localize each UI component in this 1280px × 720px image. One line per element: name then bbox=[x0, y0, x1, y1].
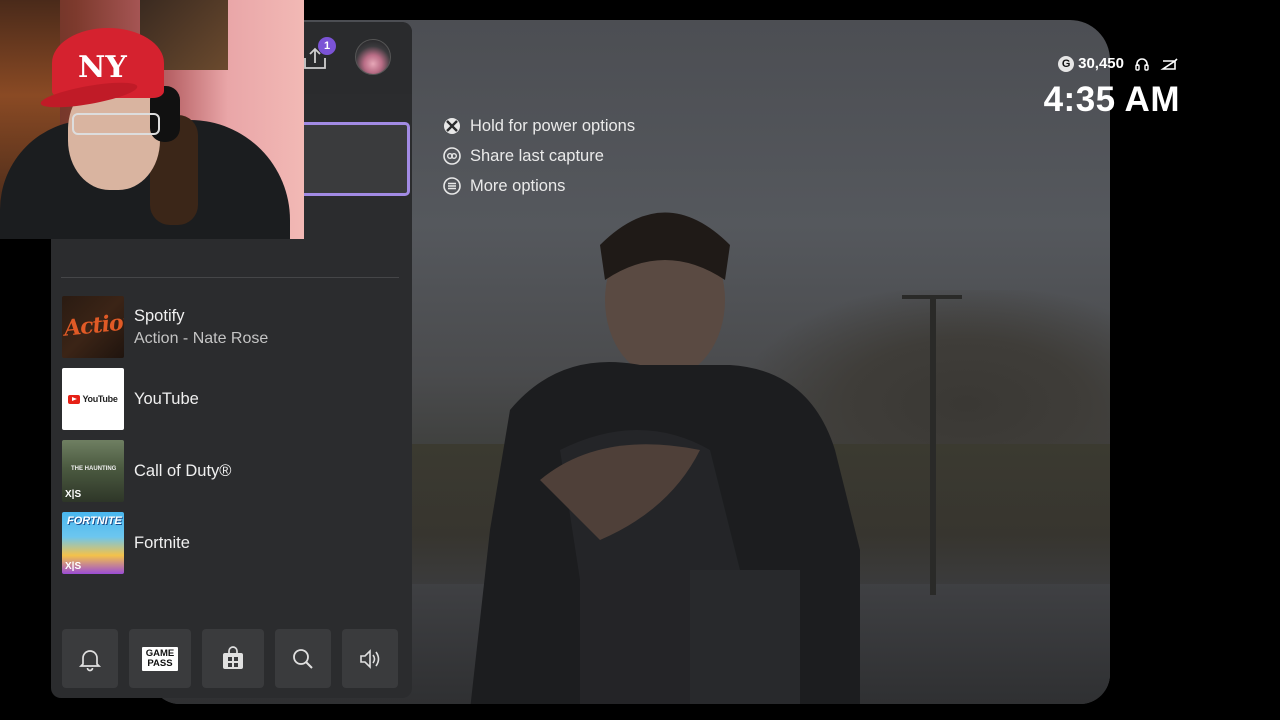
game-pass-label-top: GAME bbox=[145, 647, 175, 659]
app-item-youtube[interactable]: YouTube YouTube bbox=[62, 368, 402, 430]
store-button[interactable] bbox=[202, 629, 264, 688]
spotify-thumbnail: Action bbox=[62, 296, 124, 358]
more-options[interactable]: More options bbox=[443, 175, 635, 197]
app-item-fortnite[interactable]: FORTNITE X|S Fortnite bbox=[62, 512, 402, 574]
cap-logo: NY bbox=[78, 50, 127, 85]
speaker-icon bbox=[360, 648, 380, 669]
app-item-spotify[interactable]: Action Spotify Action - Nate Rose bbox=[62, 296, 402, 358]
app-name: Call of Duty® bbox=[134, 461, 232, 480]
call-of-duty-thumbnail: THE HAUNTING X|S bbox=[62, 440, 124, 502]
share-last-capture-label: Share last capture bbox=[470, 146, 604, 165]
more-options-label: More options bbox=[470, 176, 566, 195]
youtube-wordmark: YouTube bbox=[82, 394, 118, 404]
hold-power-options[interactable]: Hold for power options bbox=[443, 115, 635, 137]
profile-avatar[interactable] bbox=[355, 39, 391, 75]
audio-button[interactable] bbox=[342, 629, 398, 688]
seated-person-figure bbox=[470, 212, 860, 704]
gamerscore-value: 30,450 bbox=[1078, 55, 1124, 72]
game-pass-icon: GAME PASS bbox=[141, 646, 179, 671]
store-icon bbox=[223, 645, 243, 669]
notifications-button[interactable] bbox=[62, 629, 118, 688]
system-status: G 30,450 4:35 AM bbox=[1044, 55, 1180, 120]
guide-bottom-bar: GAME PASS bbox=[62, 629, 402, 688]
spotify-album-art-text: Action bbox=[62, 308, 124, 342]
xs-badge: X|S bbox=[65, 489, 82, 500]
divider bbox=[61, 277, 399, 278]
search-button[interactable] bbox=[275, 629, 331, 688]
game-pass-button[interactable]: GAME PASS bbox=[129, 629, 191, 688]
quick-actions-menu: Hold for power options Share last captur… bbox=[443, 115, 635, 197]
app-item-call-of-duty[interactable]: THE HAUNTING X|S Call of Duty® bbox=[62, 440, 402, 502]
xbox-button-icon bbox=[444, 118, 460, 134]
app-subtitle: Action - Nate Rose bbox=[134, 329, 269, 347]
bell-icon bbox=[78, 649, 102, 671]
youtube-logo: YouTube bbox=[68, 394, 118, 404]
app-name: Spotify bbox=[134, 306, 185, 325]
game-pass-label-bottom: PASS bbox=[147, 657, 173, 669]
notification-badge: 1 bbox=[318, 37, 336, 55]
gamerscore: G 30,450 bbox=[1058, 55, 1124, 72]
webcam-overlay: NY bbox=[0, 0, 304, 239]
share-last-capture[interactable]: Share last capture bbox=[443, 145, 635, 167]
fortnite-thumbnail: FORTNITE X|S bbox=[62, 512, 124, 574]
streamer-glasses bbox=[72, 113, 160, 135]
status-icons-row: G 30,450 bbox=[1044, 55, 1180, 72]
fortnite-art-text: FORTNITE bbox=[67, 515, 122, 527]
search-icon bbox=[293, 648, 313, 669]
utility-pole bbox=[930, 295, 936, 595]
youtube-play-icon bbox=[68, 394, 81, 404]
app-name: Fortnite bbox=[134, 533, 190, 552]
xs-badge: X|S bbox=[65, 561, 82, 572]
battery-icon bbox=[1160, 57, 1178, 70]
cod-art-text: THE HAUNTING bbox=[71, 466, 117, 472]
xbox-guide-screen: Hold for power options Share last captur… bbox=[0, 0, 1280, 720]
headset-icon bbox=[1135, 57, 1149, 71]
app-name: YouTube bbox=[134, 389, 199, 408]
hold-power-options-label: Hold for power options bbox=[470, 116, 636, 135]
share-icon bbox=[443, 147, 461, 165]
clock: 4:35 AM bbox=[1043, 80, 1180, 119]
gamerscore-icon: G bbox=[1058, 55, 1075, 72]
utility-pole-crossbar bbox=[902, 295, 962, 299]
menu-icon bbox=[443, 177, 461, 195]
youtube-thumbnail: YouTube bbox=[62, 368, 124, 430]
